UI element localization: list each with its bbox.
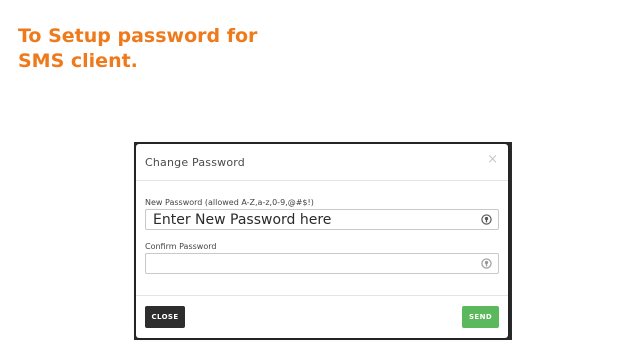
- key-icon: [481, 214, 492, 225]
- slide-title: To Setup password for SMS client.: [18, 24, 298, 74]
- slide-page: To Setup password for SMS client. Change…: [0, 0, 640, 360]
- slide-title-line-1: To Setup password for: [18, 25, 258, 47]
- slide-title-line-2: SMS client.: [18, 50, 138, 72]
- dialog-title: Change Password: [145, 156, 245, 169]
- change-password-dialog: Change Password × New Password (allowed …: [136, 144, 508, 338]
- send-button[interactable]: SEND: [462, 306, 499, 328]
- new-password-label: New Password (allowed A-Z,a-z,0-9,@#$!): [145, 198, 314, 207]
- close-button[interactable]: CLOSE: [145, 306, 185, 328]
- new-password-value: Enter New Password here: [153, 212, 332, 228]
- new-password-input[interactable]: Enter New Password here: [145, 209, 499, 230]
- close-icon[interactable]: ×: [487, 153, 498, 166]
- dialog-header: Change Password ×: [136, 144, 508, 181]
- confirm-password-input[interactable]: [145, 253, 499, 274]
- key-icon: [481, 258, 492, 269]
- confirm-password-label: Confirm Password: [145, 242, 217, 251]
- dialog-footer-divider: [136, 295, 508, 296]
